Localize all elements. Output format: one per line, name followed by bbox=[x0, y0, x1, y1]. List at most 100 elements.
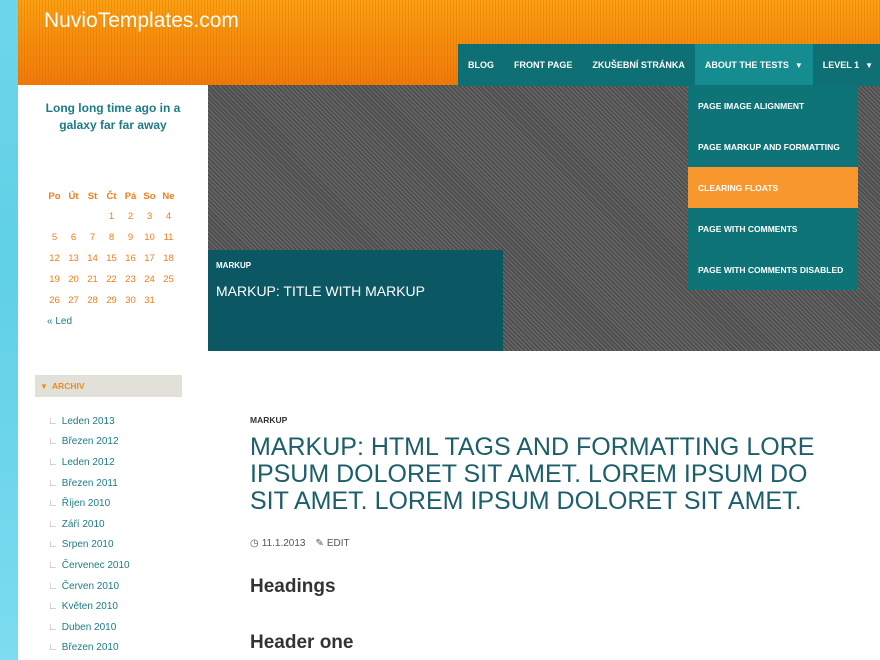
archive-widget-header[interactable]: ▼ ARCHIV bbox=[35, 375, 182, 397]
calendar-day: 23 bbox=[125, 274, 136, 285]
calendar-day: 14 bbox=[87, 253, 98, 264]
calendar-day: 3 bbox=[146, 211, 153, 222]
collapse-arrow-icon: ▼ bbox=[40, 381, 48, 391]
featured-title[interactable]: MARKUP: TITLE WITH MARKUP bbox=[216, 283, 425, 299]
sidebar-widgets: Long long time ago in a galaxy far far a… bbox=[18, 85, 208, 351]
calendar-day: 25 bbox=[163, 274, 174, 285]
dropdown-item-3[interactable]: PAGE WITH COMMENTS bbox=[688, 208, 858, 249]
featured-post-box[interactable]: MARKUP MARKUP: TITLE WITH MARKUP bbox=[208, 250, 503, 351]
archive-item: ∟ Březen 2012 bbox=[48, 432, 130, 453]
nav-item-label: ZKUŠEBNÍ STRÁNKA bbox=[592, 60, 685, 70]
about-tests-dropdown: PAGE IMAGE ALIGNMENT PAGE MARKUP AND FORM… bbox=[688, 85, 858, 290]
archive-link[interactable]: Březen 2011 bbox=[62, 478, 118, 489]
calendar-day: 27 bbox=[68, 295, 79, 306]
archive-item: ∟ Červenec 2010 bbox=[48, 555, 130, 576]
dropdown-item-4[interactable]: PAGE WITH COMMENTS DISABLED bbox=[688, 249, 858, 290]
nav-item-label: BLOG bbox=[468, 60, 494, 70]
tree-branch-icon: ∟ bbox=[48, 539, 58, 551]
post-title[interactable]: MARKUP: HTML TAGS AND FORMATTING LORE IPS… bbox=[250, 434, 880, 515]
dropdown-item-1[interactable]: PAGE MARKUP AND FORMATTING bbox=[688, 126, 858, 167]
caret-down-icon: ▼ bbox=[794, 60, 803, 70]
calendar-day bbox=[45, 206, 64, 227]
featured-category[interactable]: MARKUP bbox=[216, 261, 251, 270]
calendar-day: 18 bbox=[163, 253, 174, 264]
tree-branch-icon: ∟ bbox=[48, 436, 58, 448]
archive-link[interactable]: Březen 2010 bbox=[62, 642, 119, 653]
calendar-day: 11 bbox=[163, 232, 174, 243]
archive-item: ∟ Leden 2013 bbox=[48, 411, 130, 432]
archive-item: ∟ Září 2010 bbox=[48, 514, 130, 535]
archive-link[interactable]: Duben 2010 bbox=[62, 622, 117, 633]
nav-item-label: ABOUT THE TESTS bbox=[704, 60, 789, 70]
calendar-day: 26 bbox=[49, 295, 60, 306]
tree-branch-icon: ∟ bbox=[48, 498, 58, 510]
tree-branch-icon: ∟ bbox=[48, 621, 58, 633]
site-title[interactable]: NuvioTemplates.com bbox=[44, 9, 239, 33]
main-nav: BLOG FRONT PAGE ZKUŠEBNÍ STRÁNKA ABOUT THE … bbox=[458, 44, 880, 86]
post-title-line: IPSUM DOLORET SIT AMET. LOREM IPSUM DO bbox=[250, 460, 808, 488]
tree-branch-icon: ∟ bbox=[48, 477, 58, 489]
pencil-icon: ✎ bbox=[315, 538, 324, 549]
calendar-day: 24 bbox=[144, 274, 155, 285]
calendar-day bbox=[64, 206, 83, 227]
background-strip bbox=[0, 0, 18, 660]
post-category[interactable]: MARKUP bbox=[250, 415, 287, 425]
archive-link[interactable]: Květen 2010 bbox=[62, 601, 118, 612]
calendar-weekday: St bbox=[87, 191, 98, 202]
nav-item-4[interactable]: LEVEL 1 ▼ bbox=[813, 44, 880, 86]
calendar-day: 22 bbox=[106, 274, 117, 285]
calendar-day: 6 bbox=[70, 232, 77, 243]
clock-icon: ◷ bbox=[250, 538, 259, 549]
caret-down-icon: ▼ bbox=[865, 60, 874, 70]
calendar-day: 1 bbox=[108, 211, 115, 222]
calendar-weekday: Po bbox=[48, 191, 61, 202]
calendar-day: 10 bbox=[144, 232, 155, 243]
post-meta: ◷ 11.1.2013 ✎ EDIT bbox=[250, 538, 350, 549]
calendar-week: 26 27 28 29 30 31 bbox=[45, 290, 178, 311]
calendar-day: 9 bbox=[127, 232, 134, 243]
nav-item-3[interactable]: ABOUT THE TESTS ▼ bbox=[694, 44, 813, 86]
archive-link[interactable]: Leden 2013 bbox=[62, 416, 115, 427]
heading-headings: Headings bbox=[250, 576, 336, 597]
dropdown-item-0[interactable]: PAGE IMAGE ALIGNMENT bbox=[688, 85, 858, 126]
calendar-week: 1 2 3 4 bbox=[45, 206, 178, 227]
archive-link[interactable]: Srpen 2010 bbox=[62, 539, 114, 550]
heading-header-one: Header one bbox=[250, 632, 354, 653]
calendar-day: 12 bbox=[49, 253, 60, 264]
nav-item-label: FRONT PAGE bbox=[514, 60, 573, 70]
tree-branch-icon: ∟ bbox=[48, 642, 58, 654]
archive-title: ARCHIV bbox=[51, 381, 85, 391]
tree-branch-icon: ∟ bbox=[48, 518, 58, 530]
calendar-day: 8 bbox=[108, 232, 115, 243]
archive-link[interactable]: Červenec 2010 bbox=[62, 560, 130, 571]
archive-link[interactable]: Říjen 2010 bbox=[62, 498, 110, 509]
calendar-day: 17 bbox=[144, 253, 155, 264]
calendar-day: 5 bbox=[51, 232, 58, 243]
nav-item-1[interactable]: FRONT PAGE bbox=[504, 44, 582, 86]
calendar-day: 20 bbox=[68, 274, 79, 285]
calendar-weekday: Čt bbox=[106, 191, 117, 202]
post-date[interactable]: 11.1.2013 bbox=[262, 538, 306, 549]
archive-item: ∟ Březen 2011 bbox=[48, 473, 130, 494]
calendar-prev-link[interactable]: « Led bbox=[47, 316, 72, 327]
nav-item-2[interactable]: ZKUŠEBNÍ STRÁNKA bbox=[582, 44, 695, 86]
tree-branch-icon: ∟ bbox=[48, 601, 58, 613]
archive-item: ∟ Říjen 2010 bbox=[48, 493, 130, 514]
calendar-weekday: So bbox=[143, 191, 156, 202]
archive-item: ∟ Březen 2010 bbox=[48, 638, 130, 659]
calendar-day: 16 bbox=[125, 253, 136, 264]
archive-link[interactable]: Březen 2012 bbox=[62, 436, 119, 447]
archive-item: ∟ Duben 2010 bbox=[48, 617, 130, 638]
calendar-day: 31 bbox=[144, 295, 155, 306]
dropdown-item-2[interactable]: CLEARING FLOATS bbox=[688, 167, 858, 208]
archive-link[interactable]: Září 2010 bbox=[62, 519, 105, 530]
calendar-week: 12 13 14 15 16 17 18 bbox=[45, 248, 178, 269]
nav-item-0[interactable]: BLOG bbox=[458, 44, 504, 86]
calendar-day: 7 bbox=[89, 232, 96, 243]
archive-link[interactable]: Leden 2012 bbox=[62, 457, 115, 468]
archive-list: ∟ Leden 2013 ∟ Březen 2012 ∟ Leden 2012 ∟ Březe… bbox=[48, 411, 130, 658]
archive-item: ∟ Leden 2012 bbox=[48, 452, 130, 473]
archive-link[interactable]: Červen 2010 bbox=[62, 581, 119, 592]
tree-branch-icon: ∟ bbox=[48, 559, 58, 571]
edit-link[interactable]: EDIT bbox=[327, 538, 350, 549]
